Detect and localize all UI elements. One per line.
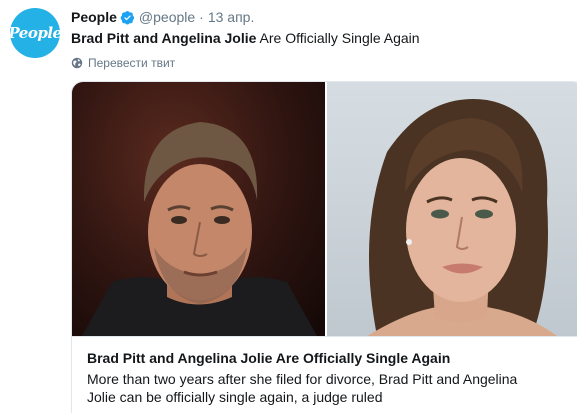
link-card[interactable]: Brad Pitt and Angelina Jolie Are Officia… xyxy=(71,81,577,413)
author-display-name[interactable]: People xyxy=(71,9,117,25)
tweet[interactable]: People People @people · 13 апр. Brad Pit… xyxy=(0,0,577,413)
tweet-timestamp[interactable]: 13 апр. xyxy=(208,9,255,25)
card-photo-left xyxy=(72,82,325,336)
tweet-text: Brad Pitt and Angelina Jolie Are Officia… xyxy=(71,29,420,47)
woman-portrait-icon xyxy=(367,99,557,336)
card-images xyxy=(72,82,577,336)
tweet-text-bold: Brad Pitt and Angelina Jolie xyxy=(71,30,257,46)
card-title: Brad Pitt and Angelina Jolie Are Officia… xyxy=(87,350,451,366)
globe-icon xyxy=(71,57,83,69)
separator-dot: · xyxy=(199,9,204,25)
card-description: More than two years after she filed for … xyxy=(87,371,518,405)
author-handle[interactable]: @people xyxy=(139,9,195,25)
avatar[interactable]: People xyxy=(10,8,60,58)
man-portrait-icon xyxy=(82,122,317,336)
translate-tweet-link[interactable]: Перевести твит xyxy=(71,56,175,70)
card-photo-right xyxy=(327,82,577,336)
tweet-header: People @people · 13 апр. xyxy=(71,8,254,26)
translate-label: Перевести твит xyxy=(88,56,176,70)
verified-badge-icon xyxy=(120,10,134,24)
avatar-logo-text: People xyxy=(10,24,60,42)
card-body: Brad Pitt and Angelina Jolie Are Officia… xyxy=(72,336,577,406)
tweet-text-rest: Are Officially Single Again xyxy=(256,30,420,46)
